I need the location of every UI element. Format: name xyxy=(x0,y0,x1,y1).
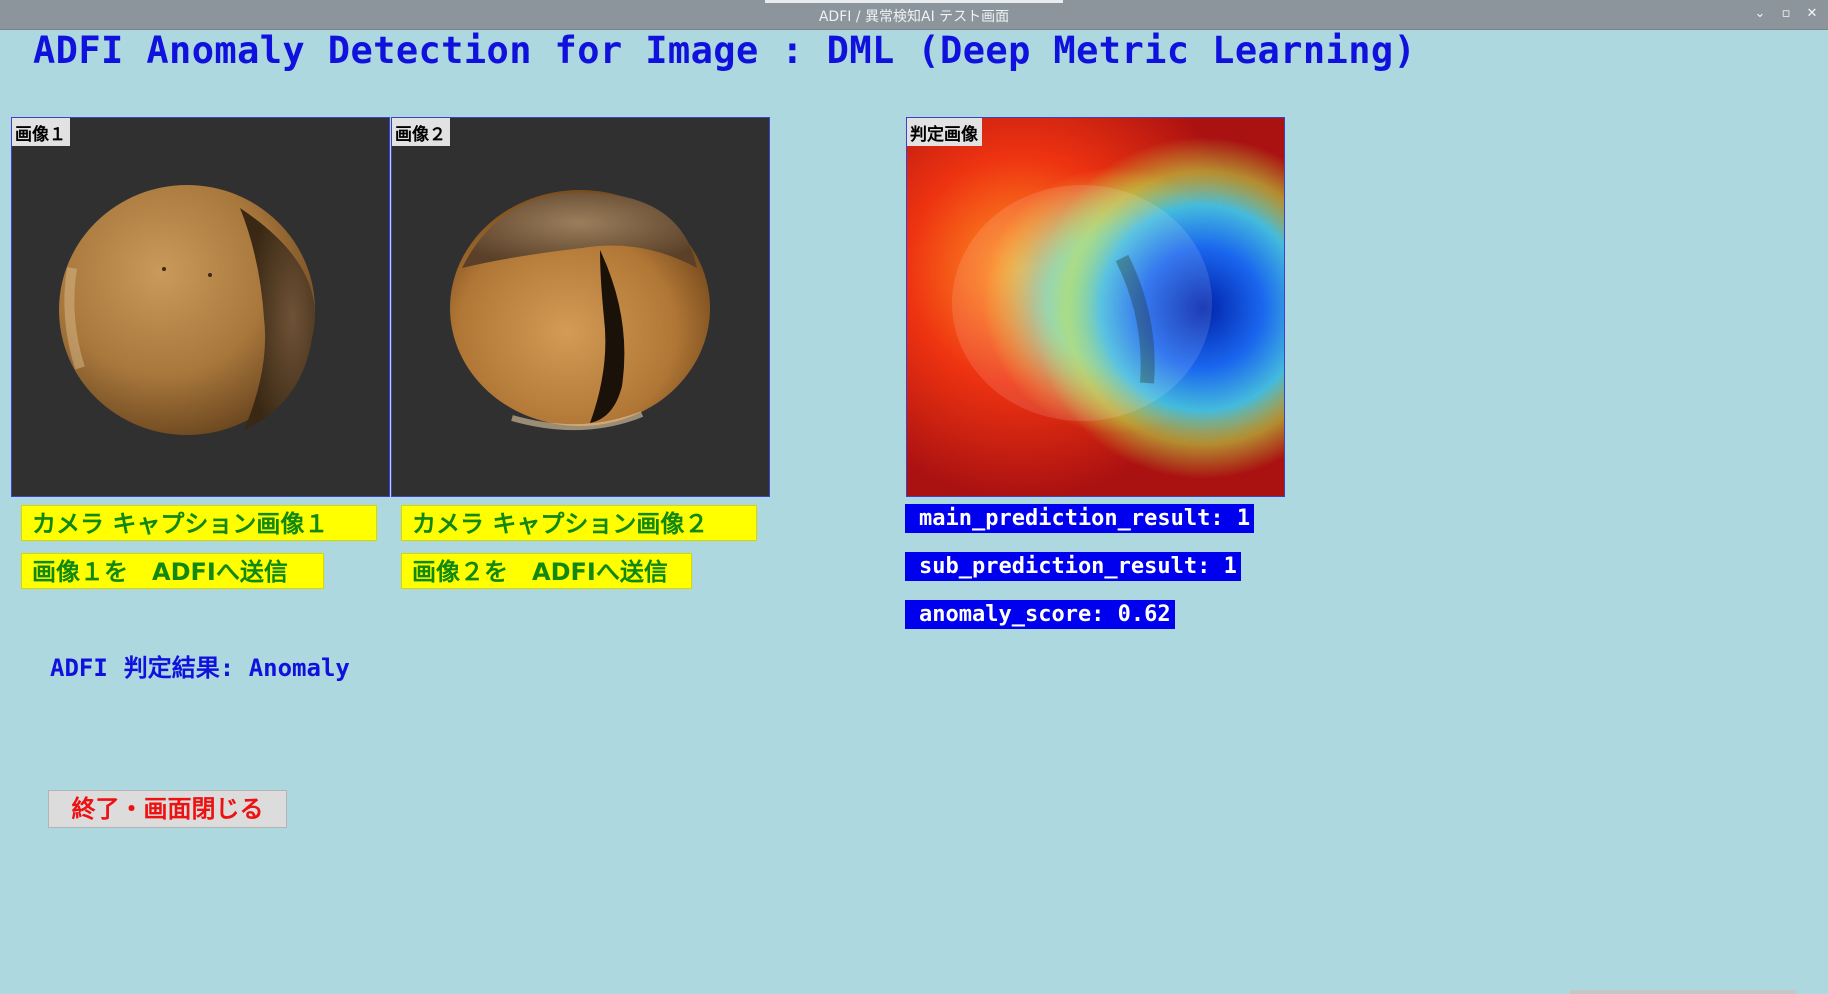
capture-image2-button[interactable]: カメラ キャプション画像２ xyxy=(401,505,757,541)
judgment-label: 判定画像 xyxy=(907,118,982,146)
judgment-result: ADFI 判定結果: Anomaly xyxy=(50,648,350,683)
image1-label: 画像１ xyxy=(12,118,70,146)
window-controls: ⌄ ▫ ✕ xyxy=(1752,5,1820,23)
minimize-icon[interactable]: ⌄ xyxy=(1752,5,1768,23)
anomaly-score: anomaly_score: 0.62 xyxy=(905,600,1175,629)
app-title: ADFI Anomaly Detection for Image : DML (… xyxy=(33,29,1417,72)
sub-prediction-result: sub_prediction_result: 1 xyxy=(905,552,1241,581)
close-window-icon[interactable]: ✕ xyxy=(1804,5,1820,23)
window-title: ADFI / 異常検知AI テスト画面 xyxy=(818,9,1010,25)
result-value: 判定結果: Anomaly xyxy=(123,654,350,682)
judgment-panel: 判定画像 xyxy=(906,117,1285,497)
capture-image1-button[interactable]: カメラ キャプション画像１ xyxy=(21,505,377,541)
exit-close-button[interactable]: 終了・画面閉じる xyxy=(48,790,287,828)
image2-label: 画像２ xyxy=(392,118,450,146)
send-image1-button[interactable]: 画像１を ADFIへ送信 xyxy=(21,553,324,589)
image2-panel: 画像２ xyxy=(391,117,770,497)
heatmap-image xyxy=(907,118,1284,496)
send-image2-button[interactable]: 画像２を ADFIへ送信 xyxy=(401,553,692,589)
hazelnut-image-1 xyxy=(12,118,389,496)
maximize-icon[interactable]: ▫ xyxy=(1778,5,1794,23)
result-prefix: ADFI xyxy=(50,654,108,682)
scrollbar-hint[interactable] xyxy=(1570,990,1796,994)
window-titlebar: ADFI / 異常検知AI テスト画面 ⌄ ▫ ✕ xyxy=(0,0,1828,30)
hazelnut-image-2 xyxy=(392,118,769,496)
main-prediction-result: main_prediction_result: 1 xyxy=(905,504,1255,533)
image1-panel: 画像１ xyxy=(11,117,390,497)
titlebar-highlight xyxy=(765,0,1063,3)
